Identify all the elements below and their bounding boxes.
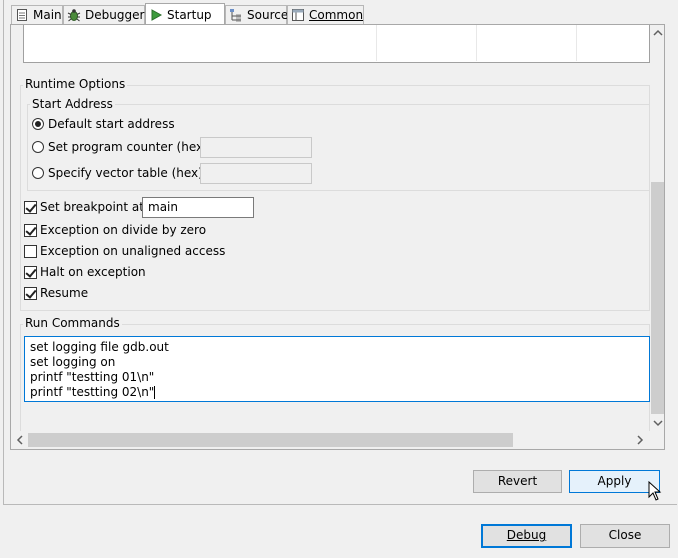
halt-on-exception-checkbox[interactable]: [24, 266, 37, 279]
tab-source-label: Source: [247, 8, 289, 22]
tab-debugger-label: Debugger: [85, 8, 145, 22]
exception-divide-checkbox[interactable]: [24, 224, 37, 237]
revert-button[interactable]: Revert: [473, 470, 562, 493]
run-command-line: set logging on: [30, 355, 116, 369]
vector-table-label: Specify vector table (hex):: [48, 166, 207, 180]
vertical-scrollbar[interactable]: [650, 25, 664, 431]
debug-button[interactable]: Debug: [481, 524, 572, 548]
exception-divide-label: Exception on divide by zero: [40, 223, 207, 237]
close-button[interactable]: Close: [580, 524, 670, 548]
scroll-corner: [650, 431, 664, 449]
tab-main[interactable]: Main: [11, 5, 63, 24]
tab-common-label: Common: [309, 8, 364, 22]
vector-table-radio[interactable]: [32, 167, 44, 179]
vector-table-input[interactable]: [200, 163, 312, 184]
run-command-line: printf "testting 01\n": [30, 370, 155, 384]
start-address-title: Start Address: [30, 97, 115, 111]
resume-checkbox[interactable]: [24, 287, 37, 300]
tab-startup-label: Startup: [167, 7, 212, 22]
exception-unaligned-label: Exception on unaligned access: [40, 244, 226, 258]
program-counter-label: Set program counter (hex):: [48, 140, 212, 154]
horizontal-scroll-thumb[interactable]: [28, 433, 513, 447]
tab-main-label: Main: [33, 8, 62, 22]
tab-source[interactable]: Source: [225, 5, 289, 24]
default-start-address-radio[interactable]: [32, 118, 44, 130]
vertical-scroll-thumb[interactable]: [651, 182, 664, 414]
init-commands-text-area[interactable]: [23, 25, 650, 63]
tab-startup[interactable]: Startup: [145, 3, 225, 25]
halt-on-exception-label: Halt on exception: [40, 265, 146, 279]
run-command-line: printf "testting 02\n": [30, 385, 155, 399]
run-command-line: set logging file gdb.out: [30, 340, 169, 354]
mouse-cursor-icon: [648, 480, 662, 501]
debug-button-label: Debug: [506, 528, 547, 542]
startup-panel: Runtime Options Start Address Default st…: [10, 24, 665, 450]
default-start-address-label: Default start address: [48, 117, 175, 131]
exception-unaligned-checkbox[interactable]: [24, 245, 37, 258]
program-counter-radio[interactable]: [32, 141, 44, 153]
run-command-line-last: printf "testting 02\n": [30, 385, 644, 400]
tab-debugger[interactable]: Debugger: [63, 5, 145, 24]
program-counter-input[interactable]: [200, 137, 312, 158]
document-icon: [15, 8, 29, 22]
window-icon: [291, 8, 305, 22]
play-icon: [149, 8, 163, 22]
set-breakpoint-label: Set breakpoint at:: [40, 200, 149, 214]
scroll-left-arrow-icon[interactable]: [12, 432, 28, 448]
close-button-label: Close: [608, 528, 642, 542]
tab-common[interactable]: Common: [287, 5, 364, 24]
startup-scroll-content: Runtime Options Start Address Default st…: [11, 25, 650, 431]
run-commands-title: Run Commands: [23, 316, 122, 330]
horizontal-scrollbar[interactable]: [11, 431, 650, 449]
source-lookup-icon: [229, 8, 243, 22]
resume-label: Resume: [40, 286, 89, 300]
scroll-down-arrow-icon[interactable]: [650, 415, 664, 431]
bug-icon: [67, 8, 81, 22]
apply-button[interactable]: Apply: [569, 470, 660, 493]
breakpoint-location-input[interactable]: main: [142, 197, 254, 218]
set-breakpoint-checkbox[interactable]: [24, 201, 37, 214]
run-commands-text-area[interactable]: set logging file gdb.out set logging on …: [24, 336, 650, 402]
revert-button-label: Revert: [497, 474, 538, 488]
runtime-options-title: Runtime Options: [23, 77, 128, 91]
scroll-right-arrow-icon[interactable]: [632, 432, 648, 448]
scroll-up-arrow-icon[interactable]: [650, 25, 664, 41]
text-cursor: [154, 386, 156, 399]
apply-button-label: Apply: [597, 474, 632, 488]
